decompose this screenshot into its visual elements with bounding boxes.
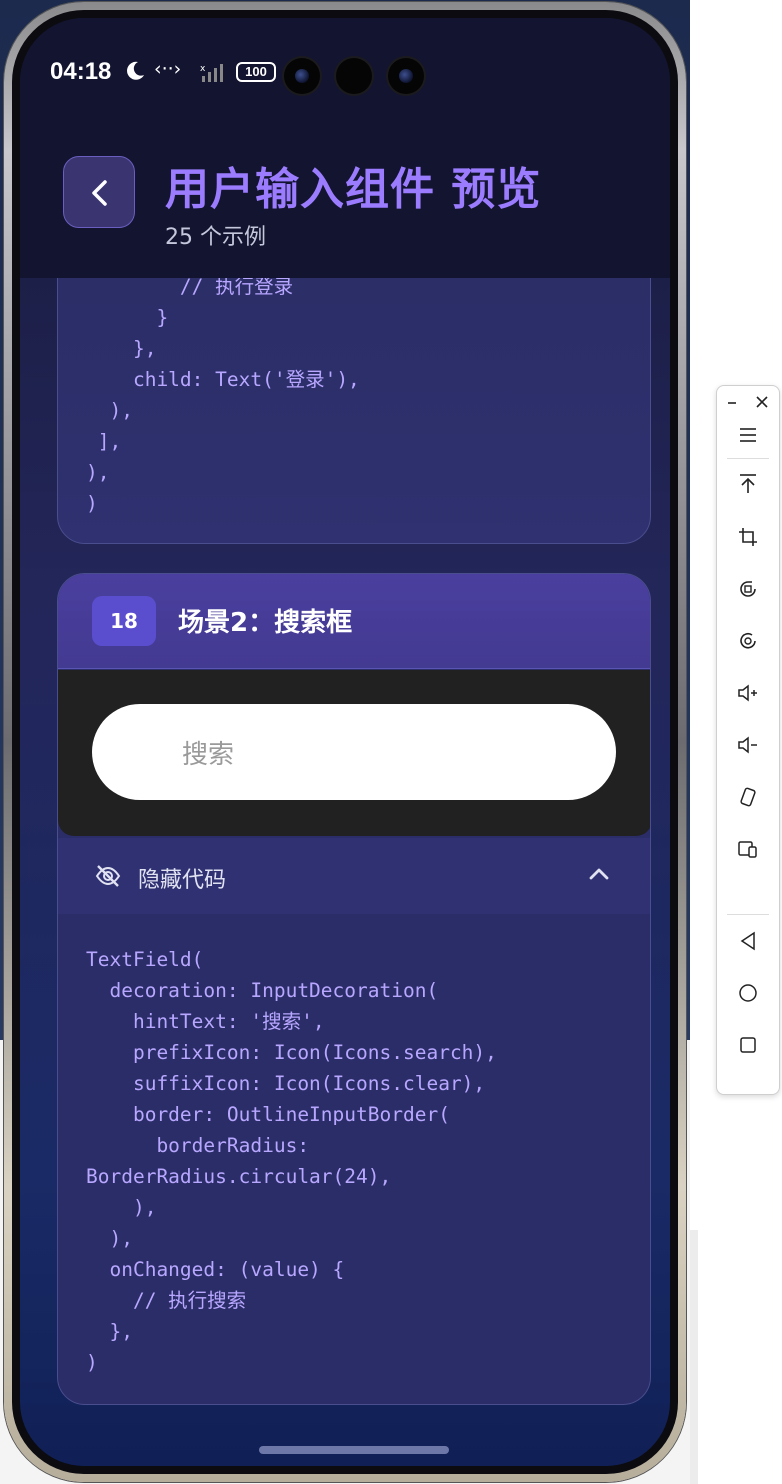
- divider: [727, 914, 769, 915]
- status-bar: 04:18 ‹··› x 100: [20, 18, 670, 133]
- search-hint: 搜索: [182, 740, 235, 770]
- home-indicator[interactable]: [259, 1446, 449, 1454]
- do-not-disturb-moon-icon: [127, 61, 144, 80]
- camera-sensor-icon: [336, 58, 372, 94]
- page-subtitle: 25 个示例: [165, 225, 266, 250]
- example-card: // 执行登录 } }, child: Text('登录'), ), ], ),…: [57, 278, 651, 544]
- scroll-content[interactable]: // 执行登录 } }, child: Text('登录'), ), ], ),…: [20, 278, 670, 1466]
- example-index-badge: 18: [92, 596, 156, 646]
- app-header: 用户输入组件 预览 25 个示例: [20, 133, 670, 278]
- screen-mirror-icon[interactable]: [717, 838, 779, 874]
- card-title: 场景2：搜索框: [178, 608, 353, 638]
- phone-screen: 04:18 ‹··› x 100 用户输入组件 预览 25 个示例 // 执行登…: [20, 18, 670, 1466]
- phone-bezel: 04:18 ‹··› x 100 用户输入组件 预览 25 个示例 // 执行登…: [12, 10, 678, 1474]
- close-icon[interactable]: [756, 396, 768, 408]
- scroll-top-icon[interactable]: [717, 472, 779, 508]
- visibility-off-icon: [95, 865, 121, 887]
- search-input[interactable]: 搜索: [92, 704, 616, 800]
- toggle-code-button[interactable]: 隐藏代码: [58, 838, 650, 914]
- volume-up-icon[interactable]: [717, 682, 779, 718]
- signal-icon: x: [200, 64, 223, 82]
- recents-icon[interactable]: [717, 1034, 779, 1070]
- widget-preview: 搜索: [58, 670, 650, 836]
- code-block: // 执行登录 } }, child: Text('登录'), ), ], ),…: [86, 278, 360, 515]
- developer-code-icon: ‹··›: [154, 58, 182, 80]
- volume-down-icon[interactable]: [717, 734, 779, 770]
- phone-frame: 04:18 ‹··› x 100 用户输入组件 预览 25 个示例 // 执行登…: [4, 2, 686, 1482]
- window-controls: [717, 392, 779, 414]
- rotate-icon[interactable]: [717, 578, 779, 614]
- battery-icon: 100: [236, 62, 276, 82]
- status-time: 04:18: [50, 58, 112, 85]
- menu-icon[interactable]: [717, 424, 779, 460]
- code-block: TextField( decoration: InputDecoration( …: [86, 948, 497, 1374]
- crop-icon[interactable]: [717, 526, 779, 562]
- divider: [727, 458, 769, 459]
- chevron-left-icon: [92, 180, 107, 206]
- toggle-code-label: 隐藏代码: [138, 868, 227, 893]
- screen-record-icon[interactable]: [717, 630, 779, 666]
- camera-lens-icon: [388, 58, 424, 94]
- example-card: 18 场景2：搜索框 搜索 隐藏代码 TextField(decoration…: [57, 573, 651, 1405]
- desktop-edge-strip: [690, 1230, 698, 1484]
- back-button[interactable]: [63, 156, 135, 228]
- rotate-device-icon[interactable]: [717, 786, 779, 822]
- back-icon[interactable]: [717, 930, 779, 966]
- camera-lens-icon: [284, 58, 320, 94]
- card-header: 18 场景2：搜索框: [58, 574, 650, 669]
- svg-text:x: x: [200, 64, 206, 74]
- page-title: 用户输入组件 预览: [165, 164, 542, 215]
- chevron-up-icon: [589, 868, 609, 880]
- emulator-tool-panel: [716, 385, 780, 1095]
- home-icon[interactable]: [717, 982, 779, 1018]
